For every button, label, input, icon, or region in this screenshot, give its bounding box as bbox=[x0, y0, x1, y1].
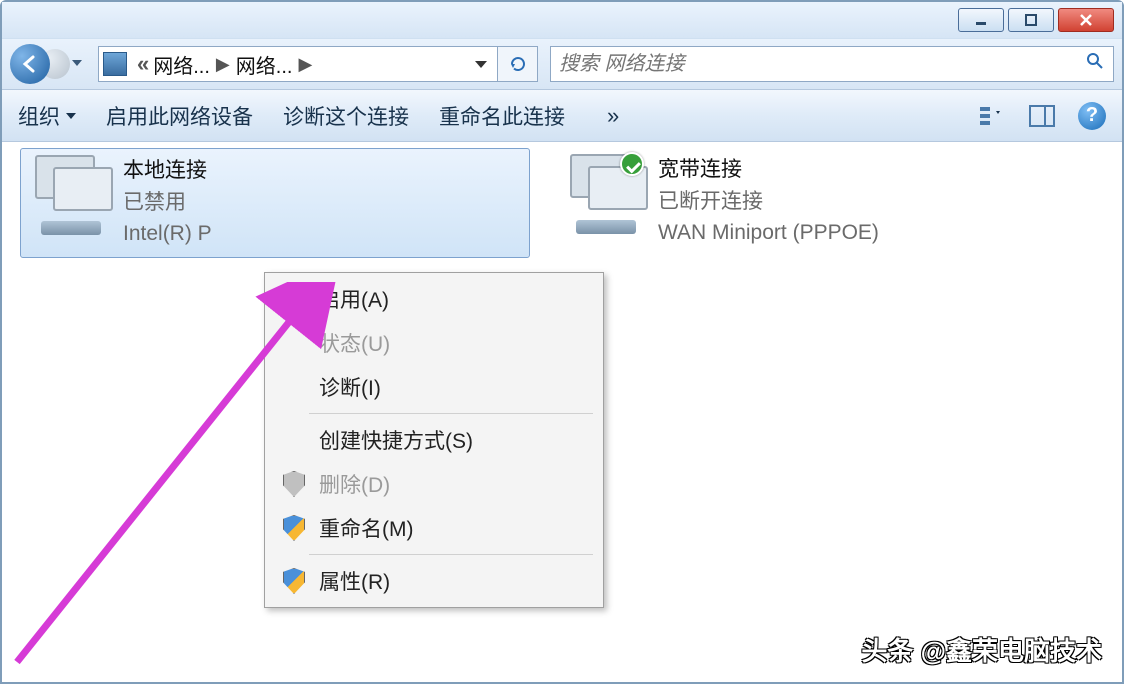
view-options-button[interactable] bbox=[978, 104, 1006, 128]
toolbar-overflow[interactable]: » bbox=[607, 103, 619, 129]
context-menu: 启用(A) 状态(U) 诊断(I) 创建快捷方式(S) 删除(D) 重命名(M)… bbox=[264, 272, 604, 608]
connection-broadband[interactable]: 宽带连接 已断开连接 WAN Miniport (PPPOE) bbox=[562, 154, 879, 249]
search-box[interactable] bbox=[550, 46, 1114, 82]
nav-back-forward[interactable] bbox=[10, 44, 80, 84]
rename-button[interactable]: 重命名此连接 bbox=[439, 101, 565, 131]
connection-title: 本地连接 bbox=[123, 155, 212, 187]
shield-icon bbox=[279, 284, 309, 314]
diagnose-button[interactable]: 诊断这个连接 bbox=[283, 101, 409, 131]
breadcrumb-1[interactable]: 网络... bbox=[153, 50, 210, 79]
breadcrumb-separator-icon: ▶ bbox=[216, 54, 230, 75]
chevron-left-icon: « bbox=[137, 51, 149, 77]
chevron-down-icon bbox=[66, 113, 76, 119]
status-check-icon bbox=[620, 152, 644, 176]
watermark-text: 头条 @鑫荣电脑技术 bbox=[861, 631, 1102, 668]
menu-properties[interactable]: 属性(R) bbox=[267, 559, 601, 603]
breadcrumb-separator-icon: ▶ bbox=[298, 54, 312, 75]
organize-menu[interactable]: 组织 bbox=[18, 101, 76, 131]
help-button[interactable]: ? bbox=[1078, 102, 1106, 130]
connection-status: 已断开连接 bbox=[658, 186, 879, 218]
close-button[interactable] bbox=[1058, 8, 1114, 32]
organize-label: 组织 bbox=[18, 101, 60, 131]
back-button-icon[interactable] bbox=[10, 44, 50, 84]
network-adapter-icon bbox=[27, 155, 115, 239]
search-icon[interactable] bbox=[1085, 51, 1105, 77]
shield-icon bbox=[279, 566, 309, 596]
history-dropdown-icon[interactable] bbox=[72, 60, 82, 66]
menu-separator bbox=[309, 554, 593, 555]
connection-status: 已禁用 bbox=[123, 187, 212, 219]
menu-enable[interactable]: 启用(A) bbox=[267, 277, 601, 321]
command-bar: 组织 启用此网络设备 诊断这个连接 重命名此连接 » ? bbox=[2, 90, 1122, 142]
address-dropdown-icon[interactable] bbox=[475, 61, 487, 68]
menu-delete: 删除(D) bbox=[267, 462, 601, 506]
menu-status: 状态(U) bbox=[267, 321, 601, 365]
network-adapter-icon bbox=[562, 154, 650, 238]
maximize-button[interactable] bbox=[1008, 8, 1054, 32]
menu-create-shortcut[interactable]: 创建快捷方式(S) bbox=[267, 418, 601, 462]
connection-title: 宽带连接 bbox=[658, 154, 879, 186]
shield-icon bbox=[279, 513, 309, 543]
minimize-button[interactable] bbox=[958, 8, 1004, 32]
folder-icon bbox=[103, 52, 127, 76]
menu-rename[interactable]: 重命名(M) bbox=[267, 506, 601, 550]
connection-device: Intel(R) P bbox=[123, 218, 212, 250]
preview-pane-button[interactable] bbox=[1028, 104, 1056, 128]
search-input[interactable] bbox=[559, 53, 1085, 76]
connection-device: WAN Miniport (PPPOE) bbox=[658, 217, 879, 249]
breadcrumb-2[interactable]: 网络... bbox=[236, 50, 293, 79]
navigation-bar: « 网络... ▶ 网络... ▶ bbox=[2, 38, 1122, 90]
title-bar bbox=[2, 2, 1122, 38]
explorer-window: « 网络... ▶ 网络... ▶ 组织 启用此网络设备 诊断这个连接 bbox=[0, 0, 1124, 684]
shield-icon bbox=[279, 469, 309, 499]
menu-separator bbox=[309, 413, 593, 414]
enable-device-button[interactable]: 启用此网络设备 bbox=[106, 101, 253, 131]
menu-diagnose[interactable]: 诊断(I) bbox=[267, 365, 601, 409]
address-bar[interactable]: « 网络... ▶ 网络... ▶ bbox=[98, 46, 498, 82]
connection-local[interactable]: 本地连接 已禁用 Intel(R) P bbox=[20, 148, 530, 258]
refresh-button[interactable] bbox=[498, 46, 538, 82]
